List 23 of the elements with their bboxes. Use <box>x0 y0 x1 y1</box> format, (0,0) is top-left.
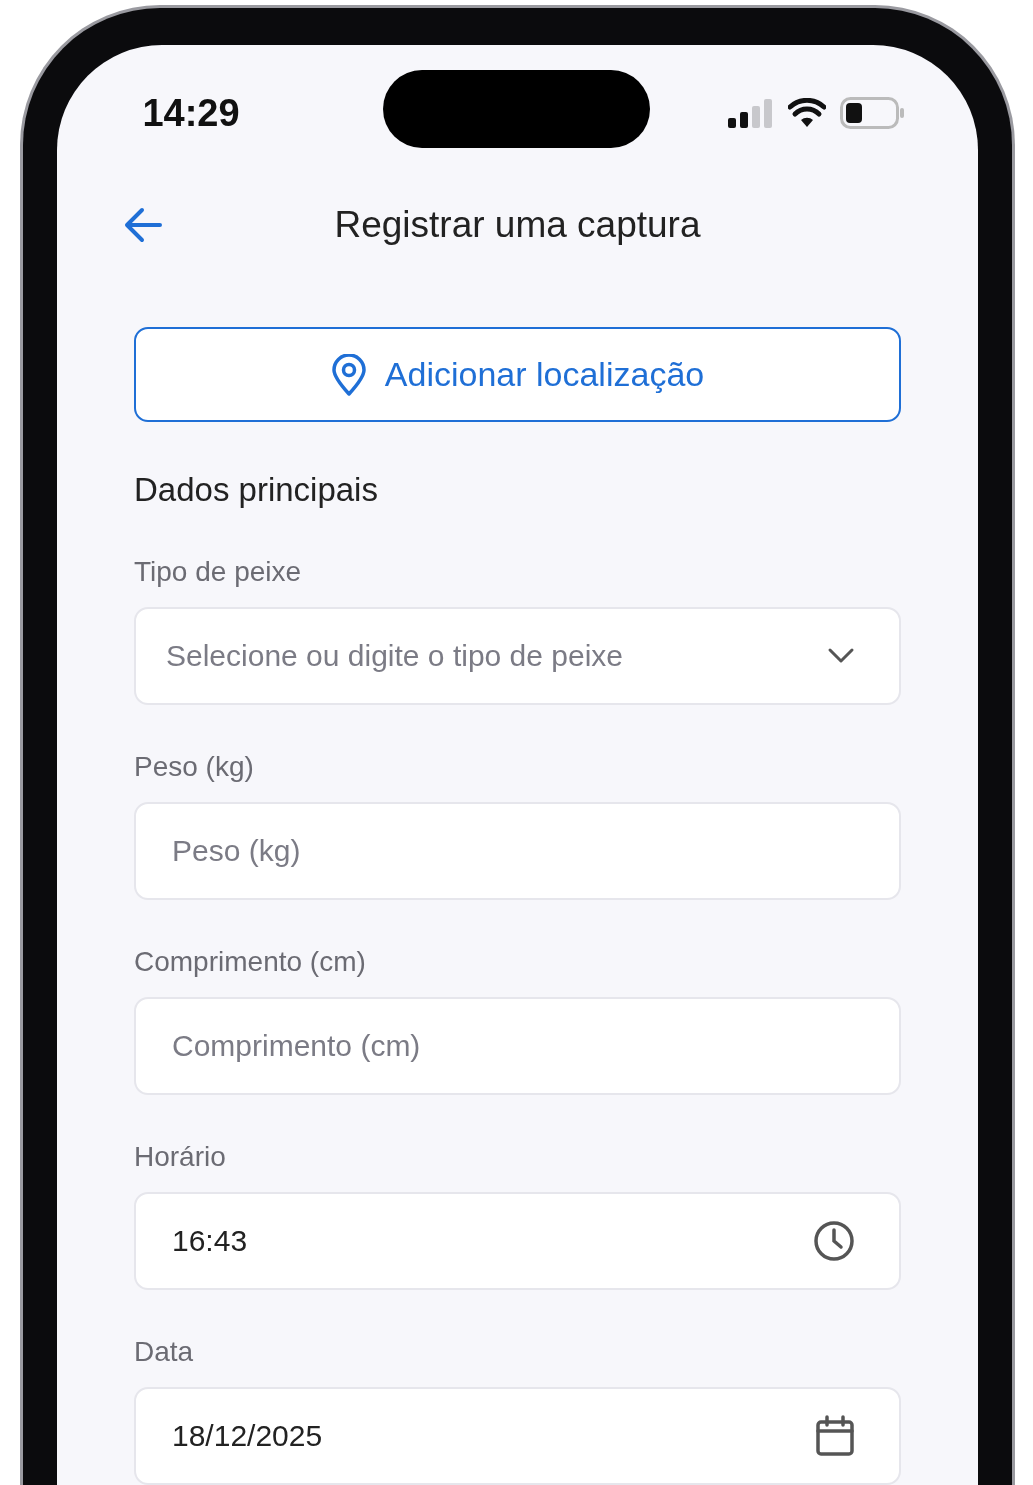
calendar-icon <box>815 1415 855 1457</box>
location-pin-icon <box>330 353 367 396</box>
signal-icon <box>726 98 774 128</box>
chevron-down-icon <box>827 647 855 665</box>
back-arrow-icon <box>123 207 163 243</box>
field-label: Comprimento (cm) <box>134 945 367 979</box>
field-input[interactable]: 16:43 <box>172 1194 813 1288</box>
battery-icon <box>840 97 906 129</box>
add-location-button[interactable]: Adicionar localização <box>134 327 901 422</box>
field-label: Horário <box>134 1140 227 1174</box>
status-time: 14:29 <box>141 90 241 136</box>
wifi-icon <box>788 98 826 128</box>
field-label: Peso (kg) <box>134 750 255 784</box>
input-field[interactable]: 16:43 <box>134 1192 901 1290</box>
field-input[interactable]: Selecione ou digite o tipo de peixe <box>166 609 827 703</box>
dropdown-field[interactable]: Selecione ou digite o tipo de peixe <box>134 607 901 705</box>
field-label: Tipo de peixe <box>134 555 303 589</box>
clock-icon <box>813 1220 855 1262</box>
input-field[interactable]: 18/12/2025 <box>134 1387 901 1485</box>
page-title: Registrar uma captura <box>334 203 701 248</box>
field-input[interactable]: 18/12/2025 <box>172 1389 815 1483</box>
field-label: Data <box>134 1335 195 1369</box>
section-title: Dados principais <box>134 470 379 510</box>
